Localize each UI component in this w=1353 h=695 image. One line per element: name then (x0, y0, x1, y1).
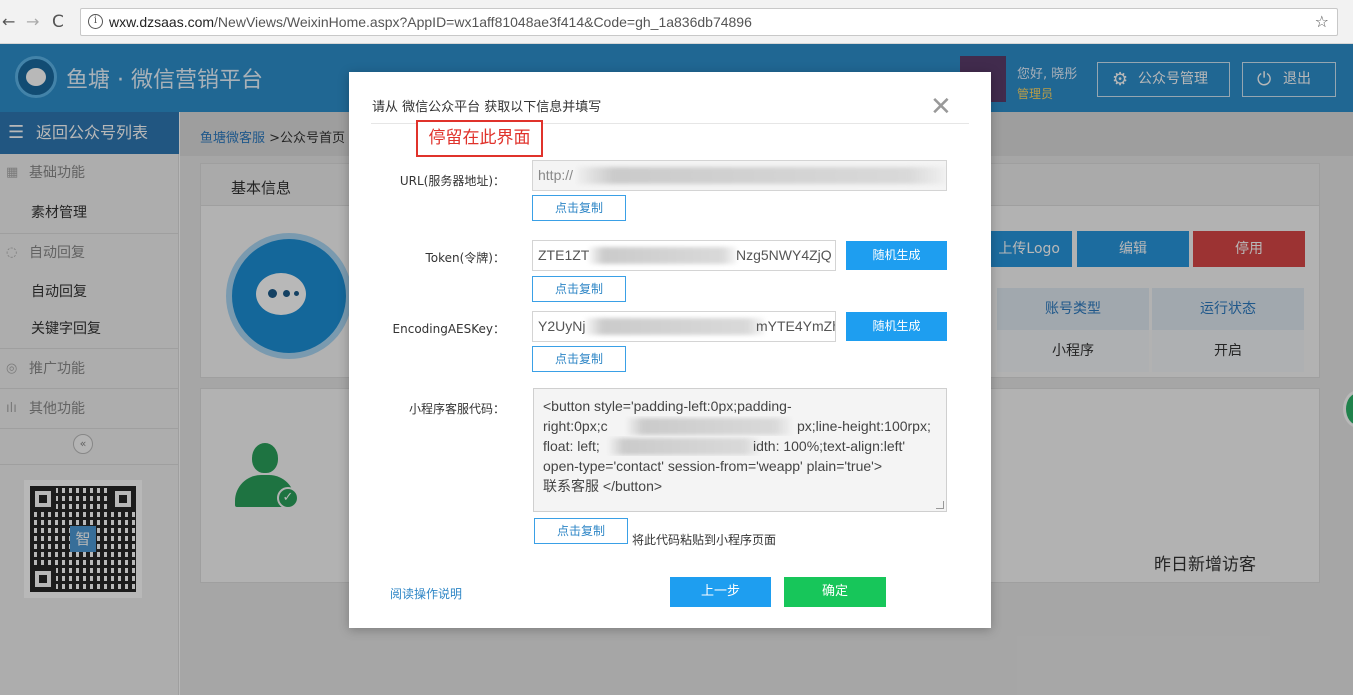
copy-code-button[interactable]: 点击复制 (534, 518, 628, 544)
code-line: open-type='contact' session-from='weapp'… (543, 458, 883, 474)
code-line: float: left; idth: 100%;text-align:left' (543, 436, 937, 456)
dialog-title: 请从 微信公众平台 获取以下信息并填写 (372, 100, 602, 115)
back-arrow-icon[interactable]: ← (2, 12, 15, 31)
token-field[interactable]: ZTE1ZT Nzg5NWY4ZjQ (532, 240, 836, 271)
code-line-part: px;line-height:100rpx; (797, 418, 931, 434)
url-field[interactable]: http:// (532, 160, 947, 191)
confirm-button[interactable]: 确定 (784, 577, 886, 607)
reload-icon[interactable]: C (52, 12, 64, 32)
token-label: Token(令牌)： (425, 251, 505, 265)
aes-value-start: Y2UyNj (538, 318, 586, 334)
code-line-part: float: left; (543, 438, 600, 454)
previous-step-button[interactable]: 上一步 (670, 577, 771, 607)
close-icon[interactable]: ✕ (930, 94, 952, 120)
aes-value-end: mYTE4YmZh (756, 318, 836, 334)
code-label: 小程序客服代码： (408, 402, 505, 416)
url-value: http:// (538, 167, 574, 183)
generate-token-button[interactable]: 随机生成 (846, 241, 947, 270)
generate-aes-key-button[interactable]: 随机生成 (846, 312, 947, 341)
code-line: <button style='padding-left:0px;padding- (543, 398, 792, 414)
info-icon[interactable]: i (88, 14, 103, 29)
copy-aes-key-button[interactable]: 点击复制 (532, 346, 626, 372)
token-value-end: Nzg5NWY4ZjQ (736, 247, 832, 263)
code-line-part: idth: 100%;text-align:left' (753, 438, 906, 454)
forward-arrow-icon[interactable]: → (26, 12, 39, 31)
read-instructions-link[interactable]: 阅读操作说明 (390, 585, 462, 602)
resize-handle[interactable] (936, 501, 944, 509)
aes-key-field[interactable]: Y2UyNj mYTE4YmZh (532, 311, 836, 342)
code-line: right:0px;c px;line-height:100rpx; (543, 416, 937, 436)
code-line: 联系客服 </button> (543, 478, 663, 494)
service-code-textarea[interactable]: <button style='padding-left:0px;padding-… (533, 388, 947, 512)
bookmark-star-icon[interactable]: ☆ (1315, 12, 1329, 31)
url-label: URL(服务器地址)： (399, 174, 505, 188)
copy-url-button[interactable]: 点击复制 (532, 195, 626, 221)
copy-token-button[interactable]: 点击复制 (532, 276, 626, 302)
paste-hint: 将此代码粘贴到小程序页面 (632, 533, 777, 547)
browser-toolbar: ← → C i wxw.dzsaas.com/NewViews/WeixinHo… (0, 0, 1353, 44)
token-value-start: ZTE1ZT (538, 247, 590, 263)
annotation-note: 停留在此界面 (416, 120, 543, 157)
url-text: wxw.dzsaas.com/NewViews/WeixinHome.aspx?… (109, 14, 752, 30)
code-line-part: right:0px;c (543, 418, 608, 434)
address-bar[interactable]: i wxw.dzsaas.com/NewViews/WeixinHome.asp… (80, 8, 1338, 36)
aes-key-label: EncodingAESKey： (392, 322, 505, 336)
